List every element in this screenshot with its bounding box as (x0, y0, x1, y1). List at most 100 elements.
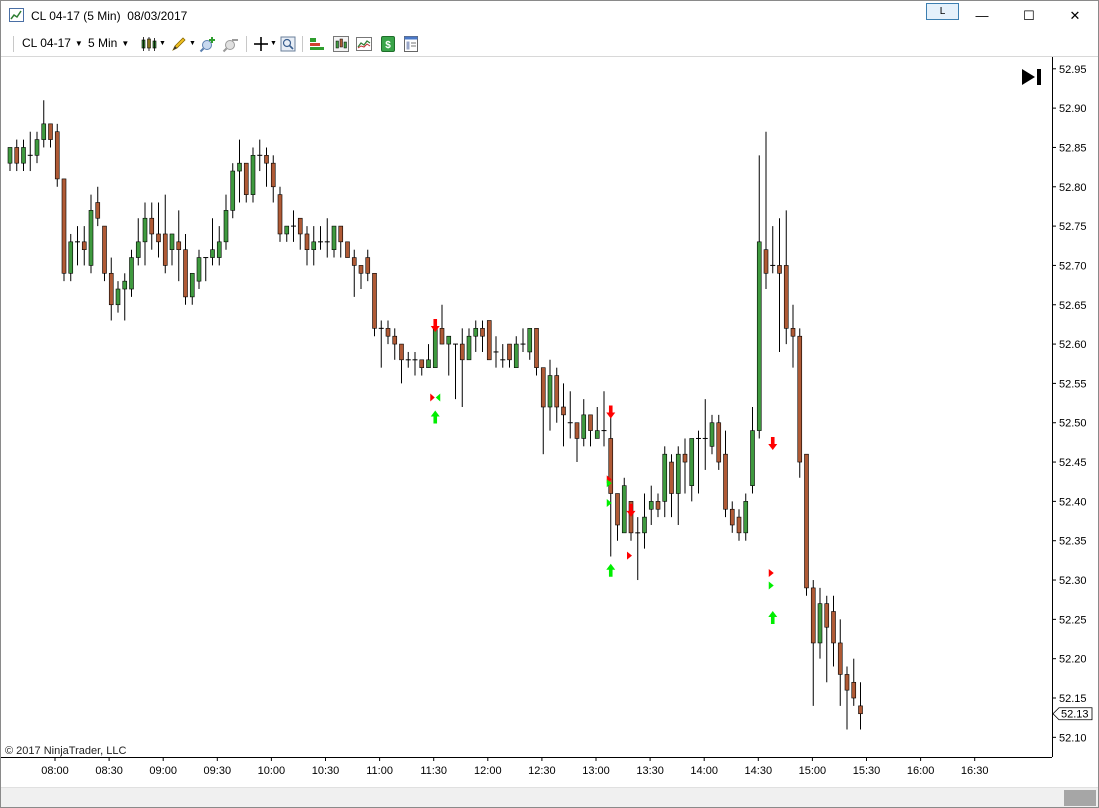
candle-body (81, 241, 87, 250)
zoom-out-icon[interactable] (222, 35, 240, 53)
candle-body (277, 194, 283, 235)
chevron-down-icon[interactable]: ▼ (189, 40, 196, 47)
candle-body (851, 681, 857, 699)
data-box-icon[interactable] (279, 35, 297, 53)
indicators-icon[interactable] (332, 35, 350, 53)
candle-body (594, 430, 600, 439)
candle-body (554, 375, 560, 408)
candle-body (115, 288, 121, 306)
candle-body (480, 328, 485, 337)
instrument-selector[interactable]: CL 04-17 ▼ (22, 36, 83, 50)
x-tick-label: 08:30 (95, 765, 123, 777)
x-tick-label: 11:00 (366, 765, 393, 777)
y-tick-label: 52.30 (1059, 575, 1087, 587)
title-bar[interactable]: CL 04-17 (5 Min) 08/03/2017 L — ☐ ✕ (1, 1, 1098, 31)
candle-body (804, 453, 809, 589)
candle-body (426, 359, 431, 368)
window-title: CL 04-17 (5 Min) 08/03/2017 (31, 9, 187, 23)
candle-body (858, 705, 863, 715)
candle-body (723, 453, 728, 510)
candle (54, 123, 60, 187)
properties-icon[interactable] (402, 35, 420, 53)
zoom-in-icon[interactable] (199, 35, 217, 53)
candle-body (689, 438, 695, 486)
candle-body (162, 233, 168, 266)
maximize-button[interactable]: ☐ (1006, 1, 1052, 30)
y-tick-label: 52.10 (1059, 732, 1087, 744)
candle-body (41, 123, 47, 140)
x-tick-label: 12:30 (528, 765, 556, 777)
candle-body (210, 249, 215, 258)
candle-body (608, 438, 614, 494)
candle-body (149, 217, 155, 235)
candle-body (176, 241, 182, 250)
x-tick-label: 13:00 (582, 765, 610, 777)
candle-body (837, 642, 843, 675)
y-tick-label: 52.95 (1059, 64, 1087, 76)
candle-body (750, 430, 755, 486)
y-tick-label: 52.35 (1059, 536, 1087, 548)
candle-body (844, 674, 850, 691)
y-tick-label: 52.75 (1059, 221, 1087, 233)
crosshair-icon[interactable] (252, 35, 270, 53)
chart-app-icon (9, 8, 24, 22)
close-button[interactable]: ✕ (1052, 1, 1098, 30)
minimize-button[interactable]: — (959, 1, 1005, 30)
scrollbar-track[interactable] (1, 790, 1063, 806)
candle-body (513, 343, 519, 368)
y-axis[interactable]: 52.95 52.90 52.85 52.80 52.75 52.70 52.65 52.60… (1052, 64, 1087, 745)
svg-text:$: $ (385, 40, 391, 51)
candle-body (14, 147, 20, 164)
drawing-tool-icon[interactable] (170, 35, 188, 53)
candle-body (655, 501, 661, 510)
candle-body (372, 272, 377, 329)
candle-body (669, 461, 674, 494)
candle-body (385, 328, 391, 337)
plot-area[interactable] (1, 57, 1052, 757)
interval-selector[interactable]: 5 Min ▼ (88, 36, 129, 50)
y-tick-label: 52.80 (1059, 182, 1087, 194)
candle-body (7, 147, 13, 164)
y-tick-label: 52.90 (1059, 103, 1087, 115)
candle (372, 272, 377, 337)
horizontal-scrollbar[interactable] (1, 787, 1098, 807)
x-tick-label: 08:00 (41, 765, 69, 777)
scrollbar-thumb[interactable] (1064, 790, 1096, 806)
candle-body (459, 343, 465, 361)
candle-body (122, 280, 128, 290)
candle-body (534, 328, 539, 368)
candle-body (763, 249, 769, 274)
candle-body (446, 335, 452, 345)
y-tick-label: 52.25 (1059, 614, 1087, 626)
strategies-icon[interactable] (308, 35, 326, 53)
candle-body (621, 485, 627, 534)
candle-body (817, 603, 823, 644)
candle-body (61, 178, 67, 274)
candle-body (304, 233, 310, 250)
x-tick-label: 10:30 (312, 765, 340, 777)
chart-style-icon[interactable] (355, 35, 373, 53)
candle (797, 328, 803, 478)
candle-body (439, 328, 445, 345)
candle-body (243, 162, 249, 195)
candle-body (736, 516, 742, 534)
bar-type-icon[interactable] (140, 35, 158, 53)
price-chart[interactable]: 52.95 52.90 52.85 52.80 52.75 52.70 52.65 52.60… (1, 57, 1098, 787)
order-entry-icon[interactable]: $ (379, 35, 397, 53)
chevron-down-icon[interactable]: ▼ (270, 40, 277, 47)
link-button[interactable]: L (926, 3, 959, 20)
x-tick-label: 09:30 (204, 765, 232, 777)
candle-body (466, 335, 472, 361)
x-tick-label: 15:00 (799, 765, 827, 777)
scroll-to-end-button[interactable] (1020, 67, 1044, 87)
x-tick-label: 10:00 (258, 765, 286, 777)
instrument-label: CL 04-17 (22, 36, 71, 50)
y-tick-label: 52.15 (1059, 693, 1087, 705)
candle-body (48, 123, 53, 140)
x-axis[interactable]: 08:00 08:30 09:00 09:30 10:00 10:30 11:00 11:30… (41, 757, 988, 777)
candle-body (824, 603, 830, 628)
window-date: 08/03/2017 (127, 9, 188, 23)
chevron-down-icon[interactable]: ▼ (159, 40, 166, 47)
candle-body (264, 155, 269, 164)
candle-body (108, 272, 114, 306)
